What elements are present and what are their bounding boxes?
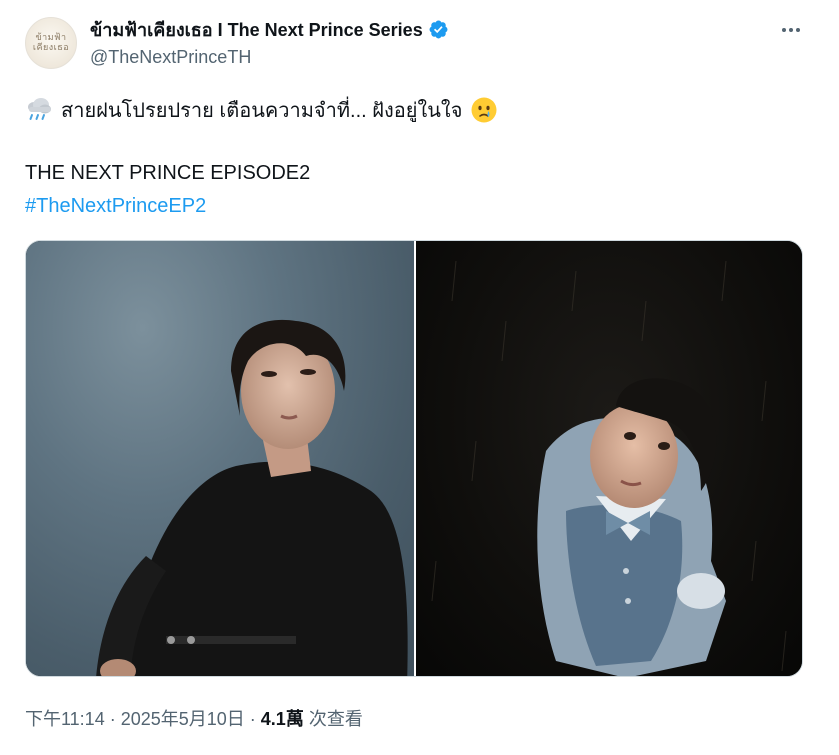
- views-label: 次查看: [303, 709, 363, 729]
- tweet-card[interactable]: ข้ามฟ้า เคียงเธอ ข้ามฟ้าเคียงเธอ I The N…: [0, 0, 839, 755]
- photo-right-illustration: [431, 260, 787, 676]
- tweet-meta: 下午11:14 · 2025年5月10日 · 4.1萬 次查看: [25, 705, 363, 731]
- crying-face-emoji: [471, 97, 497, 123]
- more-options-button[interactable]: [778, 18, 804, 42]
- meta-separator: ·: [244, 709, 261, 729]
- tweet-caption: สายฝนโปรยปราย เตือนความจำที่... ฝังอยู่ใ…: [61, 100, 463, 122]
- photo-right[interactable]: [416, 241, 802, 676]
- author-display-name[interactable]: ข้ามฟ้าเคียงเธอ I The Next Prince Series: [90, 15, 423, 44]
- tweet-date[interactable]: 2025年5月10日: [121, 709, 245, 729]
- more-horizontal-icon: [782, 28, 800, 32]
- tweet-text-line1: สายฝนโปรยปราย เตือนความจำที่... ฝังอยู่ใ…: [25, 94, 498, 126]
- avatar-logo-text: ข้ามฟ้า เคียงเธอ: [32, 33, 70, 53]
- tweet-time[interactable]: 下午11:14: [25, 709, 105, 729]
- meta-separator: ·: [104, 709, 121, 729]
- photo-left[interactable]: [26, 241, 414, 676]
- tweet-text-line2: THE NEXT PRINCE EPISODE2: [25, 162, 311, 184]
- author-name-row[interactable]: ข้ามฟ้าเคียงเธอ I The Next Prince Series: [90, 17, 449, 41]
- verified-badge-icon: [429, 20, 448, 38]
- photo-left-illustration: [96, 319, 408, 676]
- views-count: 4.1萬: [260, 709, 304, 729]
- author-avatar[interactable]: ข้ามฟ้า เคียงเธอ: [25, 17, 77, 69]
- media-grid: [25, 240, 803, 677]
- rain-cloud-emoji: [28, 98, 51, 120]
- hashtag-link[interactable]: #TheNextPrinceEP2: [25, 195, 206, 218]
- author-handle[interactable]: @TheNextPrinceTH: [90, 47, 251, 68]
